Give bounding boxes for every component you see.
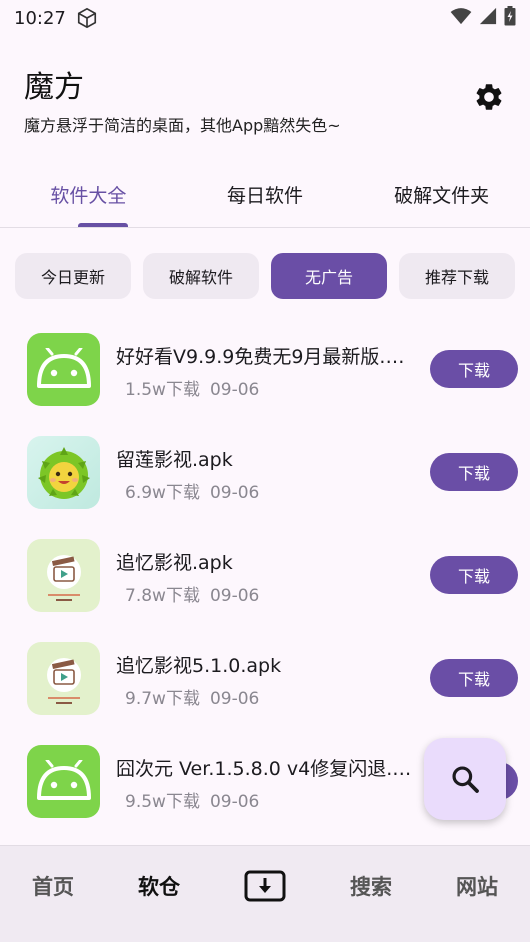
list-item[interactable]: 留莲影视.apk 6.9w下载 09-06 下载 (0, 429, 530, 532)
settings-button[interactable] (471, 79, 507, 115)
download-count: 1.5w下载 (125, 380, 200, 400)
signal-icon (478, 7, 498, 29)
chip-today-updates[interactable]: 今日更新 (15, 253, 131, 299)
update-date: 09-06 (209, 483, 260, 503)
download-button[interactable]: 下载 (430, 453, 518, 491)
cube-icon (76, 7, 98, 29)
chip-cracked-software[interactable]: 破解软件 (143, 253, 259, 299)
gear-icon (476, 84, 502, 110)
tab-bar: 软件大全 每日软件 破解文件夹 (0, 162, 530, 228)
update-date: 09-06 (209, 689, 260, 709)
app-name: 留莲影视.apk (116, 449, 233, 471)
download-button[interactable]: 下载 (430, 556, 518, 594)
tab-label: 每日软件 (227, 185, 304, 207)
search-icon (452, 766, 479, 793)
download-count: 6.9w下载 (125, 483, 200, 503)
tab-indicator (78, 223, 128, 227)
wifi-icon (450, 7, 472, 29)
download-button[interactable]: 下载 (430, 350, 518, 388)
nav-websites[interactable]: 网站 (424, 846, 530, 942)
app-name: 好好看V9.9.9免费无9月最新版.apk (116, 346, 412, 368)
search-fab[interactable] (424, 738, 506, 820)
bottom-navigation: 首页 软仓 搜索 网站 (0, 845, 530, 942)
download-count: 9.5w下载 (125, 792, 200, 812)
android-icon (27, 333, 100, 406)
app-name: 囧次元 Ver.1.5.8.0 v4修复闪退.apk (116, 758, 412, 780)
battery-icon (504, 6, 516, 30)
app-meta: 1.5w下载 09-06 (125, 375, 259, 400)
list-item[interactable]: 追忆影视5.1.0.apk 9.7w下载 09-06 下载 (0, 635, 530, 738)
list-item[interactable]: 好好看V9.9.9免费无9月最新版.apk 1.5w下载 09-06 下载 (0, 326, 530, 429)
app-name: 追忆影视5.1.0.apk (116, 655, 282, 677)
download-button[interactable]: 下载 (430, 659, 518, 697)
page-subtitle: 魔方悬浮于简洁的桌面，其他App黯然失色~ (24, 116, 341, 135)
status-bar: 10:27 (0, 0, 530, 36)
tab-cracked-folder[interactable]: 破解文件夹 (353, 162, 530, 227)
app-meta: 9.7w下载 09-06 (125, 684, 259, 709)
page-title: 魔方 (24, 70, 84, 105)
nav-downloads[interactable] (212, 846, 318, 942)
nav-home[interactable]: 首页 (0, 846, 106, 942)
app-meta: 7.8w下载 09-06 (125, 581, 259, 606)
tab-daily-software[interactable]: 每日软件 (177, 162, 354, 227)
update-date: 09-06 (209, 586, 260, 606)
film-clapper-icon (27, 539, 100, 612)
film-clapper-icon (27, 642, 100, 715)
tab-label: 破解文件夹 (394, 185, 490, 207)
nav-search[interactable]: 搜索 (318, 846, 424, 942)
tab-software-all[interactable]: 软件大全 (0, 162, 177, 227)
chip-no-ads[interactable]: 无广告 (271, 253, 387, 299)
durian-icon (27, 436, 100, 509)
tab-label: 软件大全 (50, 185, 127, 207)
filter-chips: 今日更新 破解软件 无广告 推荐下载 (15, 253, 517, 299)
download-count: 9.7w下载 (125, 689, 200, 709)
app-header: 魔方 魔方悬浮于简洁的桌面，其他App黯然失色~ (24, 62, 506, 135)
status-time: 10:27 (14, 7, 66, 29)
update-date: 09-06 (209, 380, 260, 400)
list-item[interactable]: 追忆影视.apk 7.8w下载 09-06 下载 (0, 532, 530, 635)
app-meta: 9.5w下载 09-06 (125, 787, 259, 812)
nav-software-store[interactable]: 软仓 (106, 846, 212, 942)
download-count: 7.8w下载 (125, 586, 200, 606)
android-icon (27, 745, 100, 818)
chip-recommended-downloads[interactable]: 推荐下载 (399, 253, 515, 299)
app-name: 追忆影视.apk (116, 552, 233, 574)
download-box-icon (244, 870, 286, 902)
app-meta: 6.9w下载 09-06 (125, 478, 259, 503)
update-date: 09-06 (209, 792, 260, 812)
